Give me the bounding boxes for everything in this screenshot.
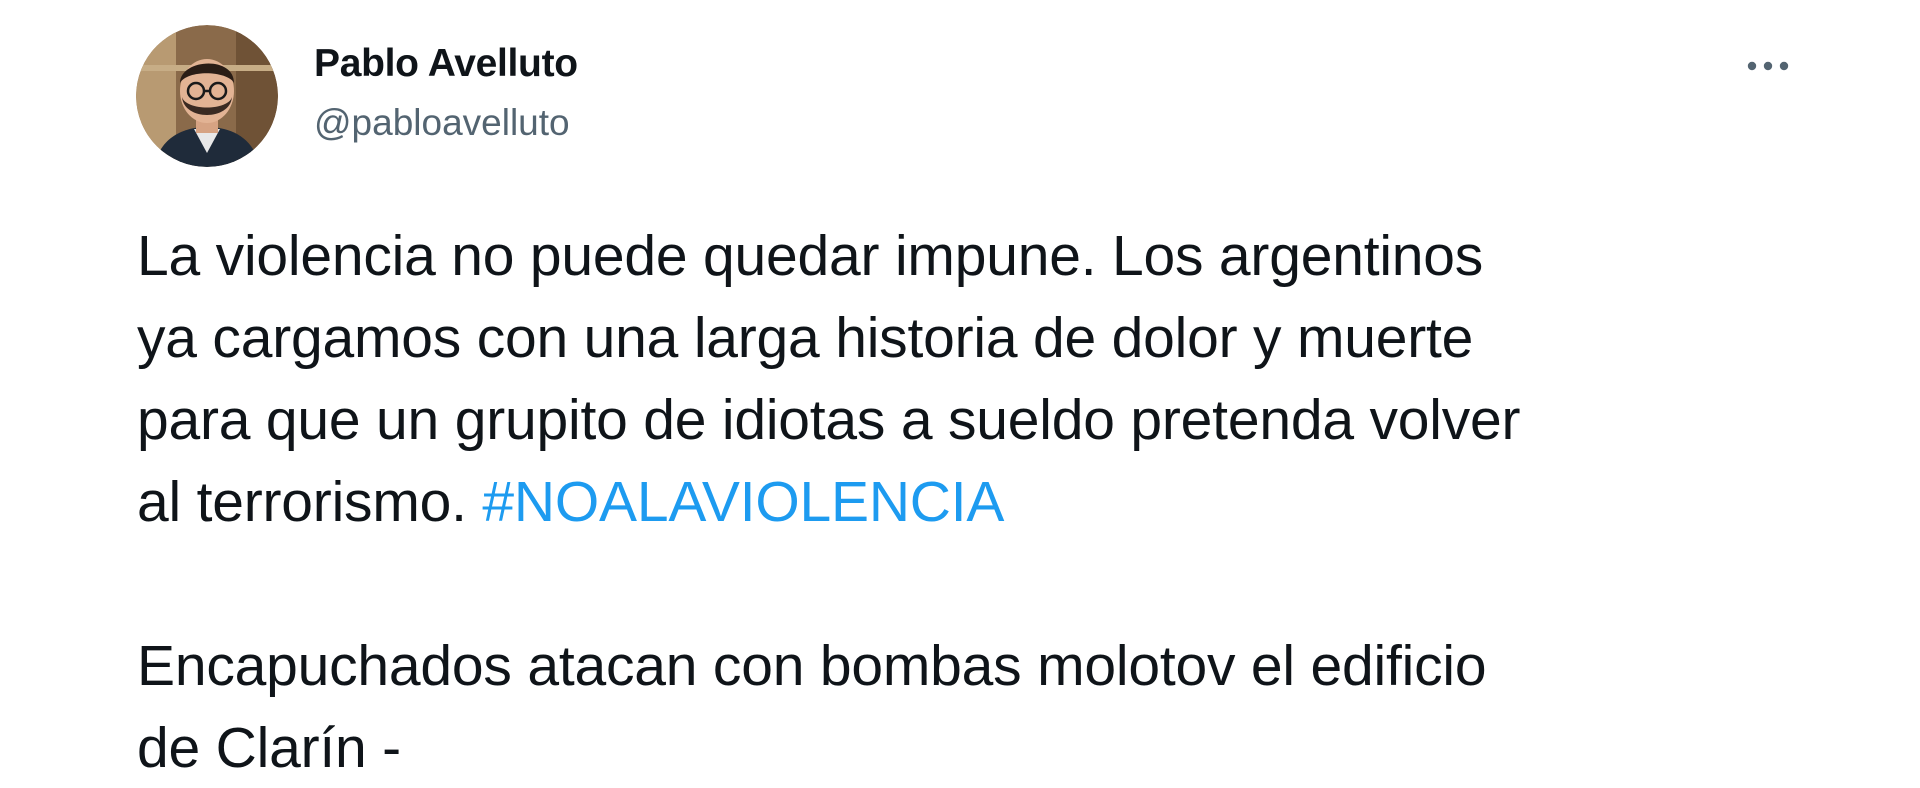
avatar[interactable] bbox=[136, 25, 278, 167]
author-display-name[interactable]: Pablo Avelluto bbox=[314, 38, 578, 90]
author-info: Pablo Avelluto @pabloavelluto bbox=[314, 38, 578, 149]
tweet-text-line: para que un grupito de idiotas a sueldo … bbox=[137, 388, 1521, 452]
more-horizontal-icon bbox=[1747, 61, 1789, 71]
hashtag-link[interactable]: #NOALAVIOLENCIA bbox=[482, 470, 1004, 534]
avatar-photo bbox=[136, 25, 278, 167]
tweet-text-line: La violencia no puede quedar impune. Los… bbox=[137, 224, 1484, 288]
tweet-text: La violencia no puede quedar impune. Los… bbox=[137, 215, 1837, 788]
more-options-button[interactable] bbox=[1728, 42, 1808, 90]
tweet-text-line-with-hashtag: al terrorismo. #NOALAVIOLENCIA bbox=[137, 461, 1837, 543]
tweet: Pablo Avelluto @pabloavelluto La violenc… bbox=[0, 0, 1920, 788]
quoted-headline-line: de Clarín - bbox=[137, 716, 401, 780]
quoted-headline-line: Encapuchados atacan con bombas molotov e… bbox=[137, 634, 1487, 698]
tweet-text-line: ya cargamos con una larga historia de do… bbox=[137, 306, 1474, 370]
tweet-text-fragment: al terrorismo. bbox=[137, 470, 483, 534]
author-handle[interactable]: @pabloavelluto bbox=[314, 97, 578, 149]
